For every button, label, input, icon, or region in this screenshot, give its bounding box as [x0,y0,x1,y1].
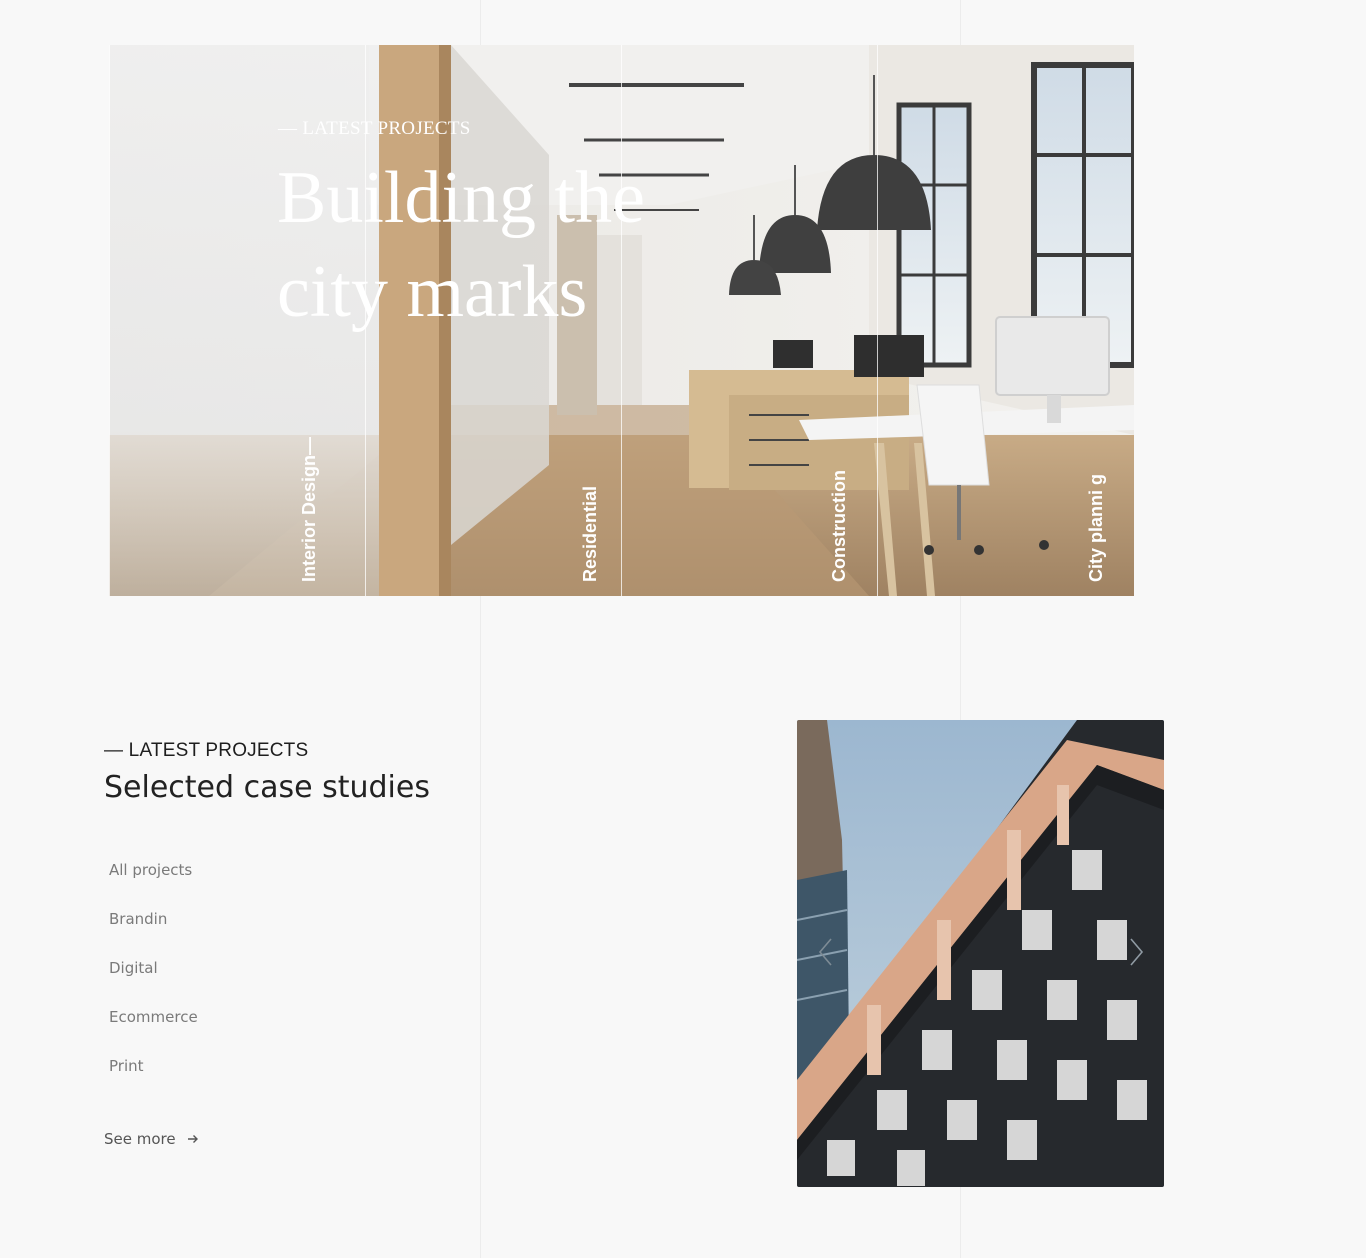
filter-all-projects[interactable]: All projects [109,858,198,907]
hero-banner: — LATEST PROJECTS Building the city mark… [109,45,1134,596]
chevron-left-icon [818,938,832,966]
category-label: Residential [579,485,600,582]
see-more-label: See more [104,1130,176,1148]
category-construction[interactable]: Construction [827,382,851,582]
section-title: Selected case studies [104,770,430,805]
arrow-right-icon [187,1135,198,1143]
category-label: City planni g [1085,474,1106,582]
category-city-planning[interactable]: City planni g [1084,382,1108,582]
column-divider [109,45,110,596]
filter-digital[interactable]: Digital [109,956,198,1005]
slider-prev-button[interactable] [815,936,837,968]
column-divider [877,45,878,596]
category-label: Interior Design— [298,436,319,582]
see-more-link[interactable]: See more [104,1130,200,1148]
building-facade-image [797,720,1164,1187]
chevron-right-icon [1130,938,1144,966]
category-residential[interactable]: Residential [578,382,602,582]
slider-next-button[interactable] [1125,936,1147,968]
filter-branding[interactable]: Brandin [109,907,198,956]
category-label: Construction [828,470,849,582]
section-eyebrow: — LATEST PROJECTS [104,740,309,761]
category-interior-design[interactable]: Interior Design— [297,382,321,582]
hero-eyebrow: — LATEST PROJECTS [278,118,471,139]
hero-headline: Building the city marks [277,157,645,333]
filter-print[interactable]: Print [109,1054,198,1103]
project-filter-list: All projects Brandin Digital Ecommerce P… [109,858,198,1103]
case-study-slide-image[interactable] [797,720,1164,1187]
filter-ecommerce[interactable]: Ecommerce [109,1005,198,1054]
